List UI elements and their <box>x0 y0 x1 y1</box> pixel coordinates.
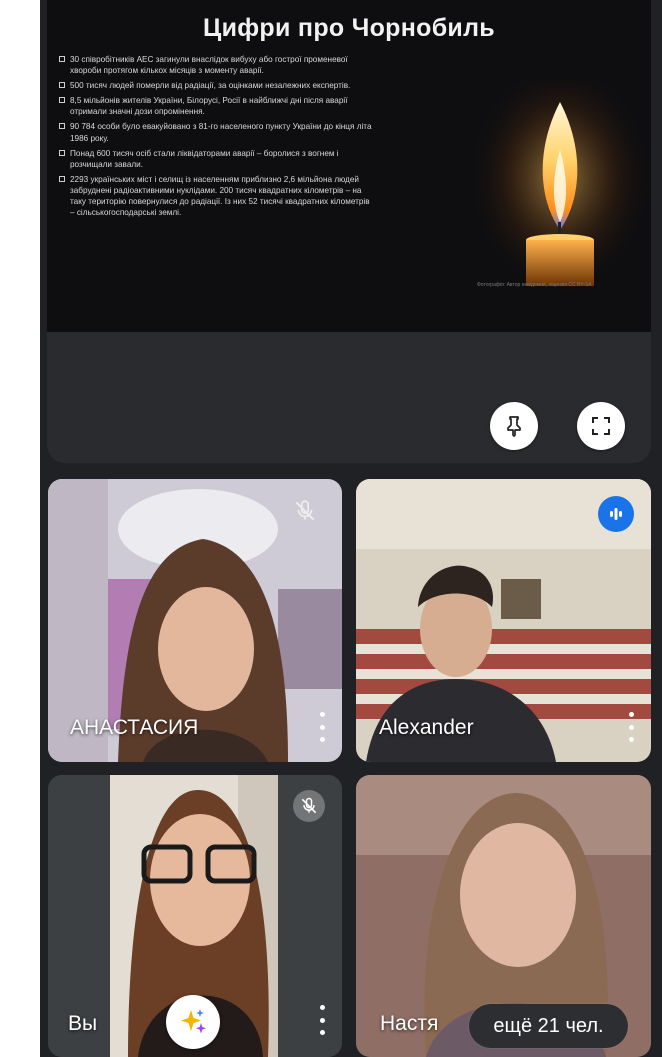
fact-item: 30 співробітників АЕС загинули внаслідок… <box>59 54 374 76</box>
image-credit: Фотографія: Автор невідомий, ліцензія CC… <box>477 282 592 288</box>
fact-item: 90 784 особи було евакуйовано з 81-го на… <box>59 121 374 143</box>
muted-badge <box>293 790 325 822</box>
speaking-indicator <box>598 496 634 532</box>
self-view-tile[interactable]: Вы <box>48 775 342 1057</box>
mic-off-icon <box>301 797 317 814</box>
sparkle-icon <box>181 1009 206 1034</box>
more-options-button[interactable] <box>317 712 327 742</box>
more-options-button[interactable] <box>626 712 636 742</box>
more-options-button[interactable] <box>317 1005 327 1035</box>
audio-level-icon <box>610 508 622 520</box>
effects-button[interactable] <box>166 995 220 1049</box>
participant-name: Alexander <box>379 716 474 739</box>
fact-item: Понад 600 тисяч осіб стали ліквідаторами… <box>59 148 374 170</box>
pin-button[interactable] <box>490 402 538 450</box>
fact-item: 2293 українських міст і селищ із населен… <box>59 174 374 218</box>
fact-item: 8,5 мільйонів жителів України, Білорусі,… <box>59 95 374 117</box>
more-participants-button[interactable]: ещё 21 чел. <box>469 1004 628 1048</box>
mic-off-icon <box>295 500 315 521</box>
fact-item: 500 тисяч людей померли від радіації, за… <box>59 80 374 91</box>
participant-name: Настя <box>380 1012 439 1035</box>
fullscreen-button[interactable] <box>577 402 625 450</box>
shared-slide: Цифри про Чорнобиль 30 співробітників АЕ… <box>47 0 651 332</box>
presentation-tile[interactable]: Цифри про Чорнобиль 30 співробітників АЕ… <box>47 0 651 463</box>
facts-list: 30 співробітників АЕС загинули внаслідок… <box>59 54 374 222</box>
participant-name: АНАСТАСИЯ <box>70 716 199 739</box>
muted-badge <box>289 495 321 527</box>
slide-title: Цифри про Чорнобиль <box>203 14 495 42</box>
participant-name: Вы <box>68 1012 98 1035</box>
fullscreen-icon <box>592 417 610 435</box>
participant-tile[interactable]: Alexander <box>356 479 651 762</box>
participant-tile[interactable]: АНАСТАСИЯ <box>48 479 342 762</box>
pin-icon <box>507 416 521 437</box>
